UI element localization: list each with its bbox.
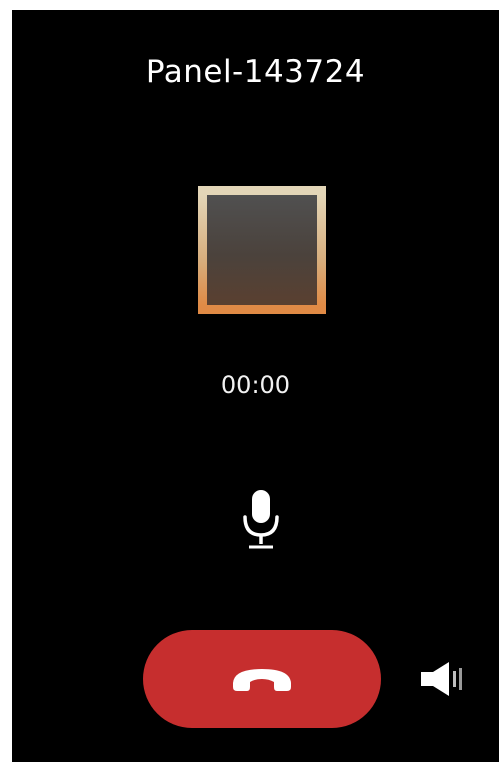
call-timer: 00:00: [220, 371, 291, 399]
caller-name: Panel-143724: [145, 54, 366, 90]
caller-avatar: [198, 186, 326, 314]
microphone-icon: [243, 490, 279, 549]
phone-hangup-icon: [233, 669, 291, 691]
mute-button[interactable]: [236, 486, 286, 554]
end-call-button[interactable]: [143, 630, 381, 728]
speaker-button[interactable]: [416, 657, 468, 701]
call-screen: Panel-143724 00:00: [12, 10, 499, 762]
speaker-icon: [421, 662, 462, 696]
